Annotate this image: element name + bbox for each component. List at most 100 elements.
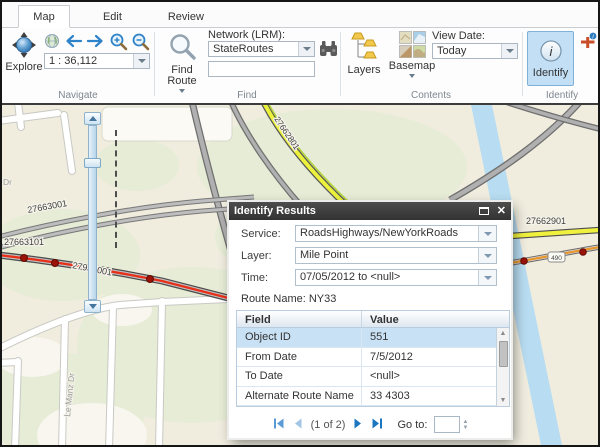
first-page-button[interactable]: [272, 417, 285, 433]
time-value: 07/05/2012 to <null>: [296, 270, 478, 285]
group-label-navigate: Navigate: [2, 90, 154, 101]
spinner-down-icon[interactable]: ▼: [462, 425, 468, 431]
basemap-dropdown-arrow[interactable]: [409, 74, 415, 78]
group-separator: [154, 32, 155, 96]
layer-label: Layer:: [241, 250, 295, 262]
zoom-slider-track[interactable]: [88, 125, 97, 300]
zoom-slider-thumb[interactable]: [84, 158, 101, 168]
forward-arrow-icon: [86, 34, 106, 51]
map-view[interactable]: 490 27663001 27663101 27935001 27662901 …: [2, 105, 598, 445]
layer-dropdown-arrow[interactable]: [478, 248, 496, 263]
maximize-icon[interactable]: [479, 207, 489, 215]
identify-route-tool-button[interactable]: i: [579, 32, 597, 53]
field-cell: From Date: [237, 348, 361, 367]
identify-button[interactable]: i Identify: [527, 31, 574, 86]
scale-combobox[interactable]: 1 : 36,112: [44, 53, 150, 69]
attribute-table-header: Field Value: [237, 311, 509, 328]
scrollbar-thumb[interactable]: [499, 341, 508, 367]
map-label-27662901: 27662901: [526, 216, 566, 226]
dialog-title: Identify Results: [234, 205, 479, 217]
pagination-bar: (1 of 2) Go to: ▲: [229, 416, 511, 433]
route-input[interactable]: [208, 61, 315, 77]
service-dropdown-arrow[interactable]: [478, 226, 496, 241]
last-page-button[interactable]: [371, 417, 384, 433]
view-date-value: Today: [433, 44, 501, 58]
value-cell: 7/5/2012: [361, 348, 496, 367]
network-value: StateRoutes: [209, 42, 298, 56]
layer-combobox[interactable]: Mile Point: [295, 247, 497, 264]
service-combobox[interactable]: RoadsHighways/NewYorkRoads: [295, 225, 497, 242]
group-label-identify: Identify: [522, 90, 600, 101]
zoom-out-icon: [131, 32, 150, 54]
map-label-dr: Dr: [3, 177, 12, 187]
basemap-label: Basemap: [389, 61, 435, 72]
network-dropdown-arrow[interactable]: [298, 42, 314, 56]
table-row[interactable]: To Date <null>: [237, 367, 496, 387]
value-column-header: Value: [361, 311, 509, 327]
layers-button[interactable]: Layers: [346, 31, 382, 76]
binoculars-icon: [319, 40, 338, 60]
goto-spinner[interactable]: ▲ ▼: [462, 416, 468, 433]
field-cell: Alternate Route Name: [237, 387, 361, 406]
close-icon[interactable]: ✕: [497, 206, 506, 216]
group-label-contents: Contents: [340, 90, 522, 101]
ribbon: Explore: [2, 28, 598, 103]
basemap-tiles-icon: [399, 31, 426, 61]
dialog-titlebar[interactable]: Identify Results ✕: [229, 202, 511, 220]
field-column-header: Field: [237, 311, 361, 327]
search-routes-button[interactable]: [319, 40, 338, 60]
service-label: Service:: [241, 228, 295, 240]
page-indicator: (1 of 2): [311, 419, 346, 431]
time-dropdown-arrow[interactable]: [478, 270, 496, 285]
scroll-up-icon[interactable]: ▲: [500, 328, 507, 339]
layers-label: Layers: [347, 65, 380, 76]
value-cell: 551: [361, 328, 496, 347]
table-row[interactable]: From Date 7/5/2012: [237, 348, 496, 368]
tab-edit[interactable]: Edit: [88, 6, 136, 29]
basemap-button[interactable]: Basemap: [388, 31, 436, 78]
layers-toc-icon: [351, 31, 377, 65]
previous-page-button[interactable]: [292, 417, 304, 433]
identify-route-tool-icon: i: [579, 32, 597, 53]
next-page-button[interactable]: [352, 417, 364, 433]
find-route-button[interactable]: Find Route: [160, 32, 204, 93]
table-row[interactable]: Alternate Route Name 33 4303: [237, 387, 496, 407]
explore-button[interactable]: Explore: [6, 31, 42, 73]
map-parcel: [102, 107, 232, 141]
goto-page-input[interactable]: [434, 416, 460, 433]
identify-results-dialog: Identify Results ✕ Service: RoadsHighway…: [229, 202, 511, 438]
time-combobox[interactable]: 07/05/2012 to <null>: [295, 269, 497, 286]
down-triangle-icon: [89, 304, 97, 309]
view-date-label: View Date:: [432, 30, 485, 42]
zoom-in-icon: [109, 32, 128, 54]
zoom-out-button[interactable]: [131, 32, 150, 54]
service-value: RoadsHighways/NewYorkRoads: [296, 226, 478, 241]
full-extent-button[interactable]: [44, 33, 60, 52]
zoom-slider[interactable]: [84, 112, 101, 313]
layer-value: Mile Point: [296, 248, 478, 263]
tab-review[interactable]: Review: [155, 6, 217, 29]
zoom-in-button[interactable]: [109, 32, 128, 54]
zoom-slider-down-button[interactable]: [84, 300, 101, 313]
table-row[interactable]: Object ID 551: [237, 328, 496, 348]
zoom-slider-up-button[interactable]: [84, 112, 101, 125]
find-route-magnifier-icon: [167, 32, 197, 65]
ribbon-tab-strip: Map Edit Review: [2, 2, 598, 28]
field-cell: To Date: [237, 367, 361, 386]
network-combobox[interactable]: StateRoutes: [208, 41, 315, 57]
group-separator: [522, 32, 523, 96]
view-date-dropdown-arrow[interactable]: [501, 44, 517, 58]
tab-map[interactable]: Map: [18, 5, 70, 28]
value-cell: <null>: [361, 367, 496, 386]
up-triangle-icon: [89, 116, 97, 121]
table-scrollbar[interactable]: ▲ ▼: [496, 328, 509, 406]
scroll-down-icon[interactable]: ▼: [500, 395, 507, 406]
forward-extent-button[interactable]: [86, 34, 106, 51]
zoom-slider-ticks: [115, 130, 117, 248]
view-date-combobox[interactable]: Today: [432, 43, 518, 59]
identify-info-icon: i: [539, 39, 563, 68]
scale-dropdown-arrow[interactable]: [133, 54, 149, 68]
back-extent-button[interactable]: [63, 34, 83, 51]
back-arrow-icon: [63, 34, 83, 51]
svg-text:490: 490: [551, 255, 562, 262]
